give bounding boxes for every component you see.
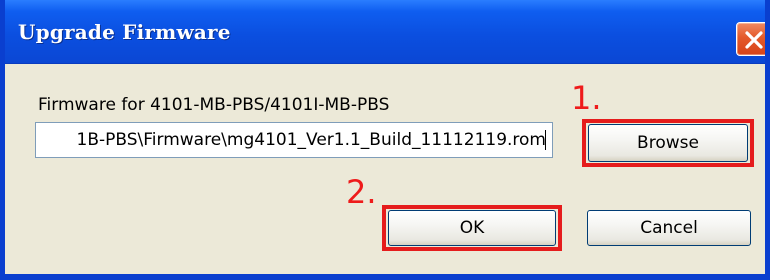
step-1-annotation: 1. — [571, 79, 602, 117]
cancel-button[interactable]: Cancel — [587, 210, 751, 246]
firmware-path-input[interactable]: 1B-PBS\Firmware\mg4101_Ver1.1_Build_1111… — [35, 122, 553, 158]
firmware-label: Firmware for 4101-MB-PBS/4101I-MB-PBS — [38, 95, 390, 115]
close-button[interactable] — [736, 22, 765, 56]
upgrade-firmware-dialog: Upgrade Firmware Firmware for 4101-MB-PB… — [0, 0, 770, 280]
step-2-annotation: 2. — [346, 173, 377, 211]
ok-button[interactable]: OK — [388, 210, 556, 246]
firmware-path-value: 1B-PBS\Firmware\mg4101_Ver1.1_Build_1111… — [76, 130, 546, 150]
dialog-content: Firmware for 4101-MB-PBS/4101I-MB-PBS 1B… — [5, 64, 765, 274]
text-caret — [545, 130, 546, 150]
close-icon — [745, 31, 763, 49]
window-title: Upgrade Firmware — [18, 20, 231, 44]
title-bar[interactable]: Upgrade Firmware — [5, 0, 765, 64]
browse-button[interactable]: Browse — [588, 124, 748, 162]
